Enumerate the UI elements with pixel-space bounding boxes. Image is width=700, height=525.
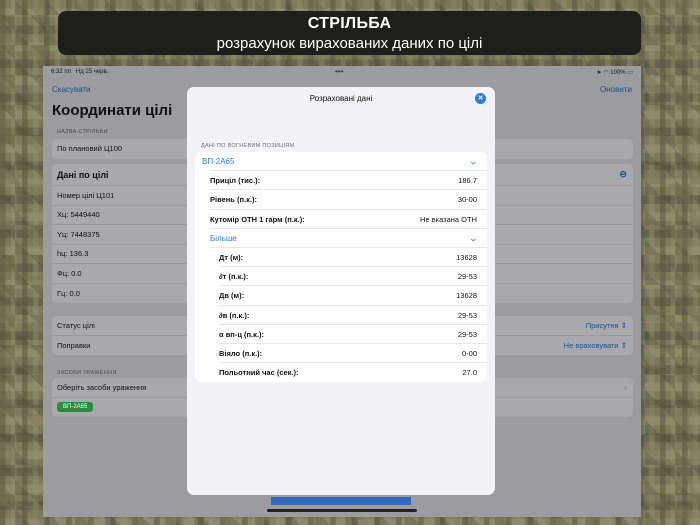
- detail-value: 13628: [456, 291, 477, 301]
- status-date: Нд 25 черв.: [75, 69, 109, 75]
- choose-weapons-label: Оберіть засоби ураження: [57, 382, 147, 392]
- update-button[interactable]: Оновити: [600, 85, 632, 94]
- detail-label: ∂в (п.к.):: [219, 310, 250, 320]
- battery-level: 100%: [610, 70, 626, 76]
- detail-label: α вп-ц (п.к.):: [219, 329, 264, 339]
- corrections-value: Не враховувати: [563, 340, 619, 350]
- detail-value: 29-53: [457, 329, 477, 339]
- calculated-data-modal: Розраховані дані ✕ ДАНІ ПО ВОГНЕВИМ ПОЗИ…: [187, 87, 495, 495]
- chevron-down-icon: ⌄: [468, 157, 479, 167]
- data-value: 30-00: [457, 195, 477, 205]
- target-status-value: Присутня: [585, 320, 619, 330]
- close-icon[interactable]: ✕: [475, 93, 486, 104]
- status-bar: 6:32 пп Нд 25 черв. ••• ➤ ◠ 100% ▭: [43, 66, 641, 80]
- detail-label: Віяло (п.к.):: [219, 348, 263, 358]
- detail-row: ∂т (п.к.): 29-53: [195, 267, 487, 287]
- page-title: Координати цілі: [52, 102, 173, 119]
- data-value: 186.7: [458, 176, 477, 186]
- detail-row: Дт (м): 13628: [195, 248, 487, 268]
- multitasking-dots-icon[interactable]: •••: [335, 67, 343, 76]
- chevron-right-icon: ›: [624, 382, 627, 393]
- detail-row: Польотний час (сек.): 27.0: [195, 363, 487, 382]
- detail-label: Дт (м):: [219, 253, 244, 263]
- position-header[interactable]: ВП-2А65 ⌄: [195, 152, 487, 172]
- detail-value: 0-00: [461, 348, 477, 358]
- detail-value: 29-53: [457, 272, 477, 282]
- detail-label: Польотний час (сек.):: [219, 368, 299, 378]
- target-data-header: Дані по цілі: [57, 169, 109, 180]
- data-row: Рівень (п.к.): 30-00: [195, 190, 487, 210]
- data-label: Рівень (п.к.):: [210, 195, 257, 205]
- detail-row: Дв (м): 13628: [195, 286, 487, 306]
- weapon-chip[interactable]: ВП-2А65: [57, 402, 94, 413]
- detail-label: ∂т (п.к.):: [219, 272, 249, 282]
- location-icon: ➤: [596, 70, 602, 76]
- detail-row: α вп-ц (п.к.): 29-53: [195, 325, 487, 345]
- cancel-button[interactable]: Скасувати: [52, 85, 90, 94]
- banner-subtitle: розрахунок вирахованих даних по цілі: [216, 35, 483, 52]
- data-label: Кутомір ОТН 1 гарм (п.к.):: [210, 214, 305, 224]
- detail-value: 29-53: [457, 310, 477, 320]
- firing-position-card: ВП-2А65 ⌄ Приціл (тис.): 186.7 Рівень (п…: [195, 152, 487, 383]
- wifi-icon: ◠: [603, 70, 609, 76]
- chevron-down-icon: ⌄: [468, 233, 479, 243]
- status-time: 6:32 пп: [51, 69, 71, 75]
- primary-action-button[interactable]: [271, 497, 411, 505]
- detail-label: Дв (м):: [219, 291, 245, 301]
- detail-value: 27.0: [462, 368, 477, 378]
- position-name: ВП-2А65: [202, 157, 235, 167]
- data-row: Кутомір ОТН 1 гарм (п.к.): Не вказана ОТ…: [195, 210, 487, 229]
- home-indicator[interactable]: [267, 509, 417, 512]
- fire-name-section-label: НАЗВА СТРІЛЬБИ: [57, 129, 108, 135]
- target-status-label: Статус цілі: [57, 320, 95, 330]
- detail-row: Віяло (п.к.): 0-00: [195, 344, 487, 364]
- firing-positions-section-label: ДАНІ ПО ВОГНЕВИМ ПОЗИЦІЯМ: [201, 143, 295, 149]
- title-banner: СТРІЛЬБА розрахунок вирахованих даних по…: [58, 11, 641, 55]
- corrections-label: Поправки: [57, 340, 91, 350]
- updown-chevron-icon: ⇕: [620, 320, 627, 330]
- more-toggle[interactable]: Більше ⌄: [195, 229, 487, 249]
- weapons-section-label: ЗАСОБИ УРАЖЕННЯ: [57, 370, 117, 376]
- battery-icon: ▭: [627, 70, 633, 76]
- more-label: Більше: [210, 233, 237, 243]
- data-value: Не вказана ОТН: [419, 214, 477, 224]
- detail-value: 13628: [456, 253, 477, 263]
- more-options-icon[interactable]: ⊖: [619, 169, 627, 180]
- data-label: Приціл (тис.):: [210, 176, 261, 186]
- data-row: Приціл (тис.): 186.7: [195, 171, 487, 191]
- detail-row: ∂в (п.к.): 29-53: [195, 306, 487, 325]
- banner-title: СТРІЛЬБА: [307, 15, 392, 32]
- updown-chevron-icon: ⇕: [620, 340, 627, 350]
- modal-title: Розраховані дані: [309, 94, 373, 103]
